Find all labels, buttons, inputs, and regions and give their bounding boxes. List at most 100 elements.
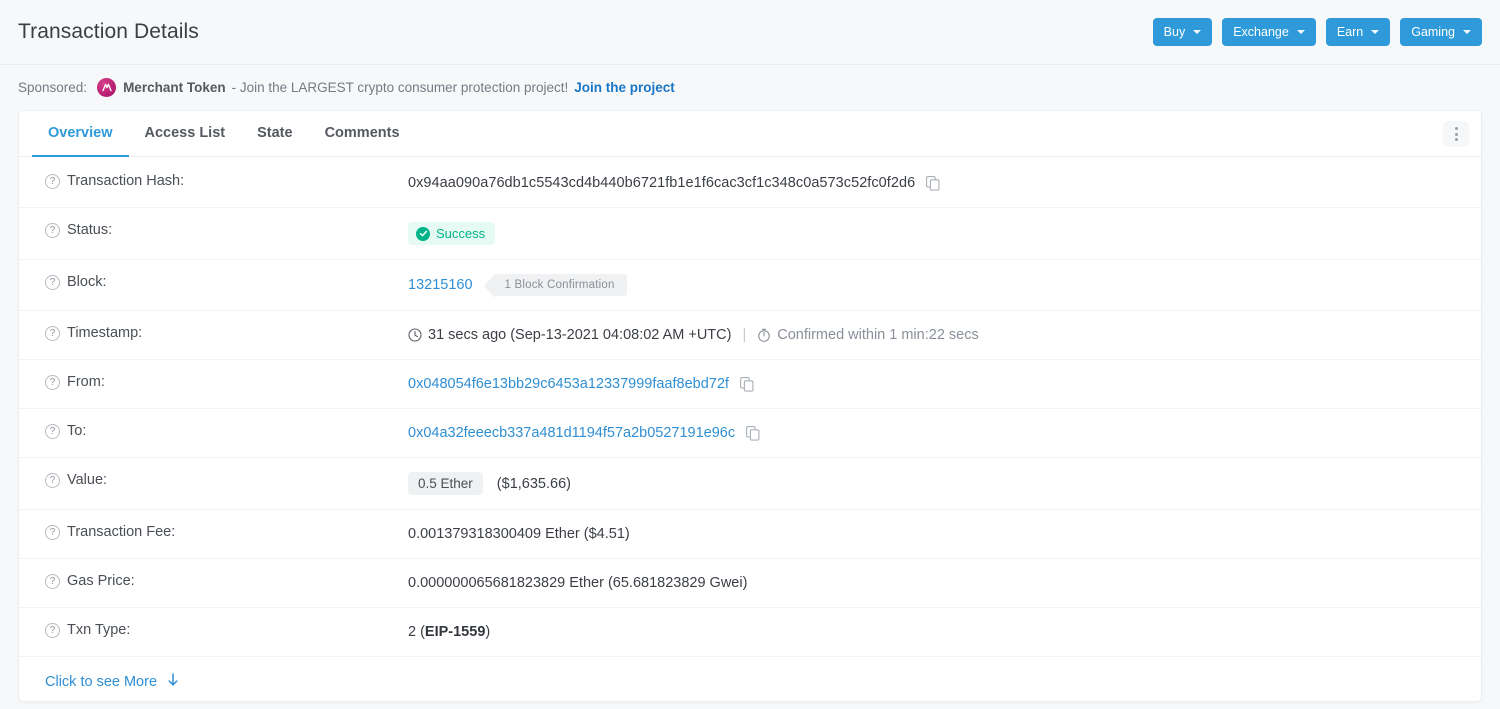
card-tab-bar: Overview Access List State Comments: [19, 111, 1481, 157]
kebab-dot: [1454, 127, 1458, 130]
label-text: Gas Price:: [67, 573, 135, 589]
txn-type-standard: EIP-1559: [424, 624, 486, 640]
status-badge: Success: [408, 222, 496, 245]
clock-icon: [408, 328, 422, 342]
gaming-button-label: Gaming: [1411, 24, 1455, 39]
transaction-card: Overview Access List State Comments ? Tr…: [18, 110, 1482, 702]
help-icon[interactable]: ?: [45, 524, 60, 540]
row-value: ? Value: 0.5 Ether ($1,635.66): [19, 458, 1481, 510]
row-status-value: Success: [408, 222, 496, 245]
kebab-menu-icon[interactable]: [1443, 121, 1469, 147]
copy-icon[interactable]: [746, 425, 760, 441]
row-txn-type: ? Txn Type: 2 ( EIP-1559 ): [19, 608, 1481, 657]
merchant-token-name[interactable]: Merchant Token: [123, 80, 226, 95]
row-timestamp-value: 31 secs ago (Sep-13-2021 04:08:02 AM +UT…: [408, 325, 979, 345]
row-from: ? From: 0x048054f6e13bb29c6453a12337999f…: [19, 360, 1481, 409]
earn-button-label: Earn: [1336, 24, 1364, 39]
tab-comments-label: Comments: [324, 125, 400, 141]
row-status-label: ? Status:: [45, 222, 408, 238]
row-gas-price-value: 0.000000065681823829 Ether (65.681823829…: [408, 575, 748, 591]
merchant-token-logo: [97, 78, 117, 97]
gaming-button[interactable]: Gaming: [1400, 18, 1482, 46]
check-circle-icon: [416, 226, 430, 241]
row-gas-price: ? Gas Price: 0.000000065681823829 Ether …: [19, 559, 1481, 608]
help-icon[interactable]: ?: [45, 573, 60, 589]
label-text: Block:: [67, 274, 107, 290]
timestamp-separator: |: [742, 327, 747, 343]
sponsored-text: - Join the LARGEST crypto consumer prote…: [231, 80, 569, 95]
help-icon[interactable]: ?: [45, 622, 60, 638]
help-icon[interactable]: ?: [45, 374, 60, 390]
help-icon[interactable]: ?: [45, 274, 60, 290]
tab-overview-label: Overview: [48, 125, 113, 141]
row-block-label: ? Block:: [45, 274, 408, 290]
earn-button[interactable]: Earn: [1325, 18, 1391, 46]
row-block: ? Block: 13215160 1 Block Confirmation: [19, 260, 1481, 311]
see-more-section: Click to see More: [19, 657, 1481, 691]
row-value-value: 0.5 Ether ($1,635.66): [408, 472, 571, 495]
row-txn-type-label: ? Txn Type:: [45, 622, 408, 638]
copy-icon[interactable]: [739, 376, 754, 392]
row-transaction-fee: ? Transaction Fee: 0.001379318300409 Eth…: [19, 510, 1481, 559]
page-title: Transaction Details: [18, 20, 199, 43]
label-text: Value:: [67, 472, 108, 488]
row-timestamp-label: ? Timestamp:: [45, 325, 408, 341]
row-to-label: ? To:: [45, 423, 408, 439]
block-number-link[interactable]: 13215160: [408, 277, 473, 293]
label-text: Transaction Hash:: [67, 173, 185, 189]
sponsored-banner: Sponsored: Merchant Token - Join the LAR…: [0, 64, 1500, 110]
join-the-project-link[interactable]: Join the project: [574, 80, 675, 95]
click-to-see-more-link[interactable]: Click to see More: [45, 673, 179, 691]
row-to-value: 0x04a32feeecb337a481d1194f57a2b0527191e9…: [408, 423, 760, 443]
page-header: Transaction Details Buy Exchange Earn Ga…: [0, 0, 1500, 64]
row-timestamp: ? Timestamp: 31 secs ago (Sep-13-2021 04…: [19, 311, 1481, 360]
timestamp-ago-text: 31 secs ago (Sep-13-2021 04:08:02 AM +UT…: [428, 327, 732, 343]
tab-access-list-label: Access List: [144, 125, 226, 141]
buy-button[interactable]: Buy: [1152, 18, 1213, 46]
row-transaction-fee-value: 0.001379318300409 Ether ($4.51): [408, 526, 630, 542]
tab-overview[interactable]: Overview: [32, 111, 129, 157]
confirmed-within-text: Confirmed within 1 min:22 secs: [777, 327, 979, 343]
to-address-link[interactable]: 0x04a32feeecb337a481d1194f57a2b0527191e9…: [408, 425, 735, 441]
row-from-label: ? From:: [45, 374, 408, 390]
row-to: ? To: 0x04a32feeecb337a481d1194f57a2b052…: [19, 409, 1481, 458]
label-text: Timestamp:: [67, 325, 143, 341]
buy-button-label: Buy: [1163, 24, 1186, 39]
sponsored-label: Sponsored:: [18, 80, 88, 95]
row-transaction-fee-label: ? Transaction Fee:: [45, 524, 408, 540]
chevron-down-icon: [1193, 30, 1202, 34]
row-transaction-hash-value: 0x94aa090a76db1c5543cd4b440b6721fb1e1f6c…: [408, 173, 940, 193]
kebab-dot: [1454, 138, 1458, 141]
arrow-down-icon: [167, 673, 179, 691]
block-confirmation-badge: 1 Block Confirmation: [483, 274, 627, 298]
transaction-hash-text: 0x94aa090a76db1c5543cd4b440b6721fb1e1f6c…: [408, 175, 916, 191]
help-icon[interactable]: ?: [45, 222, 60, 238]
txn-type-suffix: ): [485, 624, 491, 640]
help-icon[interactable]: ?: [45, 173, 60, 189]
copy-icon[interactable]: [926, 175, 940, 191]
row-gas-price-label: ? Gas Price:: [45, 573, 408, 589]
tab-comments[interactable]: Comments: [309, 111, 416, 157]
row-from-value: 0x048054f6e13bb29c6453a12337999faaf8ebd7…: [408, 374, 754, 394]
value-usd-text: ($1,635.66): [496, 475, 571, 492]
transaction-detail-rows: ? Transaction Hash: 0x94aa090a76db1c5543…: [19, 157, 1481, 657]
row-txn-type-value: 2 ( EIP-1559 ): [408, 622, 490, 642]
row-transaction-hash: ? Transaction Hash: 0x94aa090a76db1c5543…: [19, 157, 1481, 208]
txn-type-prefix: 2 (: [408, 624, 425, 640]
help-icon[interactable]: ?: [45, 325, 60, 341]
chevron-down-icon: [1371, 30, 1380, 34]
tab-state-label: State: [257, 125, 293, 141]
row-transaction-hash-label: ? Transaction Hash:: [45, 173, 408, 189]
help-icon[interactable]: ?: [45, 423, 60, 439]
label-text: To:: [67, 423, 87, 439]
see-more-label: Click to see More: [45, 674, 158, 690]
exchange-button[interactable]: Exchange: [1222, 18, 1316, 46]
stopwatch-icon: [757, 328, 771, 342]
help-icon[interactable]: ?: [45, 472, 60, 488]
from-address-link[interactable]: 0x048054f6e13bb29c6453a12337999faaf8ebd7…: [408, 376, 729, 392]
status-badge-label: Success: [436, 226, 486, 241]
kebab-dot: [1454, 132, 1458, 136]
tab-state[interactable]: State: [241, 111, 308, 157]
tab-access-list[interactable]: Access List: [129, 111, 242, 157]
row-value-label: ? Value:: [45, 472, 408, 488]
